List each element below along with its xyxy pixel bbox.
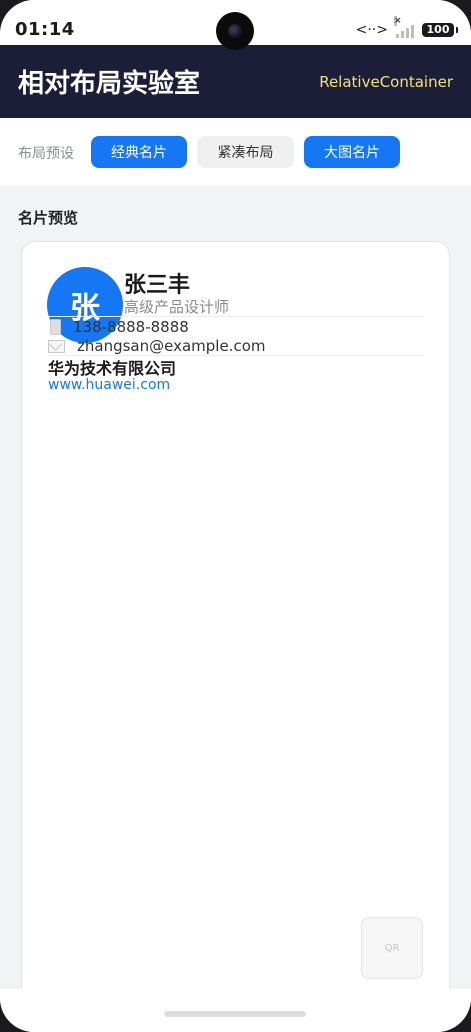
status-icons: <··> × 100 bbox=[355, 16, 458, 40]
business-card-preview: 张 张三丰 高级产品设计师 138-8888-8888 zhangsan@exa… bbox=[21, 241, 450, 1023]
card-website-link[interactable]: www.huawei.com bbox=[48, 377, 170, 393]
data-transfer-icon: <··> bbox=[355, 22, 388, 38]
qr-code-placeholder: QR bbox=[361, 917, 423, 979]
phone-icon bbox=[50, 319, 61, 335]
preview-section-title: 名片预览 bbox=[18, 209, 79, 227]
signal-icon: × bbox=[394, 16, 414, 38]
card-job-title: 高级产品设计师 bbox=[124, 298, 230, 316]
mail-icon bbox=[48, 339, 65, 353]
preset-label: 布局预设 bbox=[18, 146, 74, 162]
front-camera bbox=[216, 12, 254, 50]
page-title: 相对布局实验室 bbox=[18, 69, 201, 99]
divider bbox=[48, 316, 424, 317]
battery-icon: 100 bbox=[422, 23, 458, 37]
preset-compact-layout-button[interactable]: 紧凑布局 bbox=[197, 136, 294, 168]
app-header: 相对布局实验室 RelativeContainer bbox=[0, 45, 471, 118]
preset-classic-card-button[interactable]: 经典名片 bbox=[91, 136, 187, 168]
page-subtitle: RelativeContainer bbox=[319, 73, 453, 91]
email-row: zhangsan@example.com bbox=[48, 337, 265, 355]
bottom-bar bbox=[0, 989, 471, 1032]
email-address: zhangsan@example.com bbox=[77, 337, 266, 355]
status-time: 01:14 bbox=[15, 19, 75, 40]
layout-preset-bar: 布局预设 经典名片 紧凑布局 大图名片 bbox=[0, 118, 471, 186]
status-bar: 01:14 <··> × 100 bbox=[0, 0, 471, 50]
card-name: 张三丰 bbox=[124, 273, 191, 298]
phone-number: 138-8888-8888 bbox=[73, 318, 189, 336]
preset-large-image-card-button[interactable]: 大图名片 bbox=[304, 136, 400, 168]
phone-row: 138-8888-8888 bbox=[48, 318, 189, 336]
phone-screen: 01:14 <··> × 100 相对布局实验室 RelativeContain… bbox=[0, 0, 471, 1032]
home-indicator[interactable] bbox=[164, 1011, 306, 1017]
card-company: 华为技术有限公司 bbox=[48, 359, 177, 378]
